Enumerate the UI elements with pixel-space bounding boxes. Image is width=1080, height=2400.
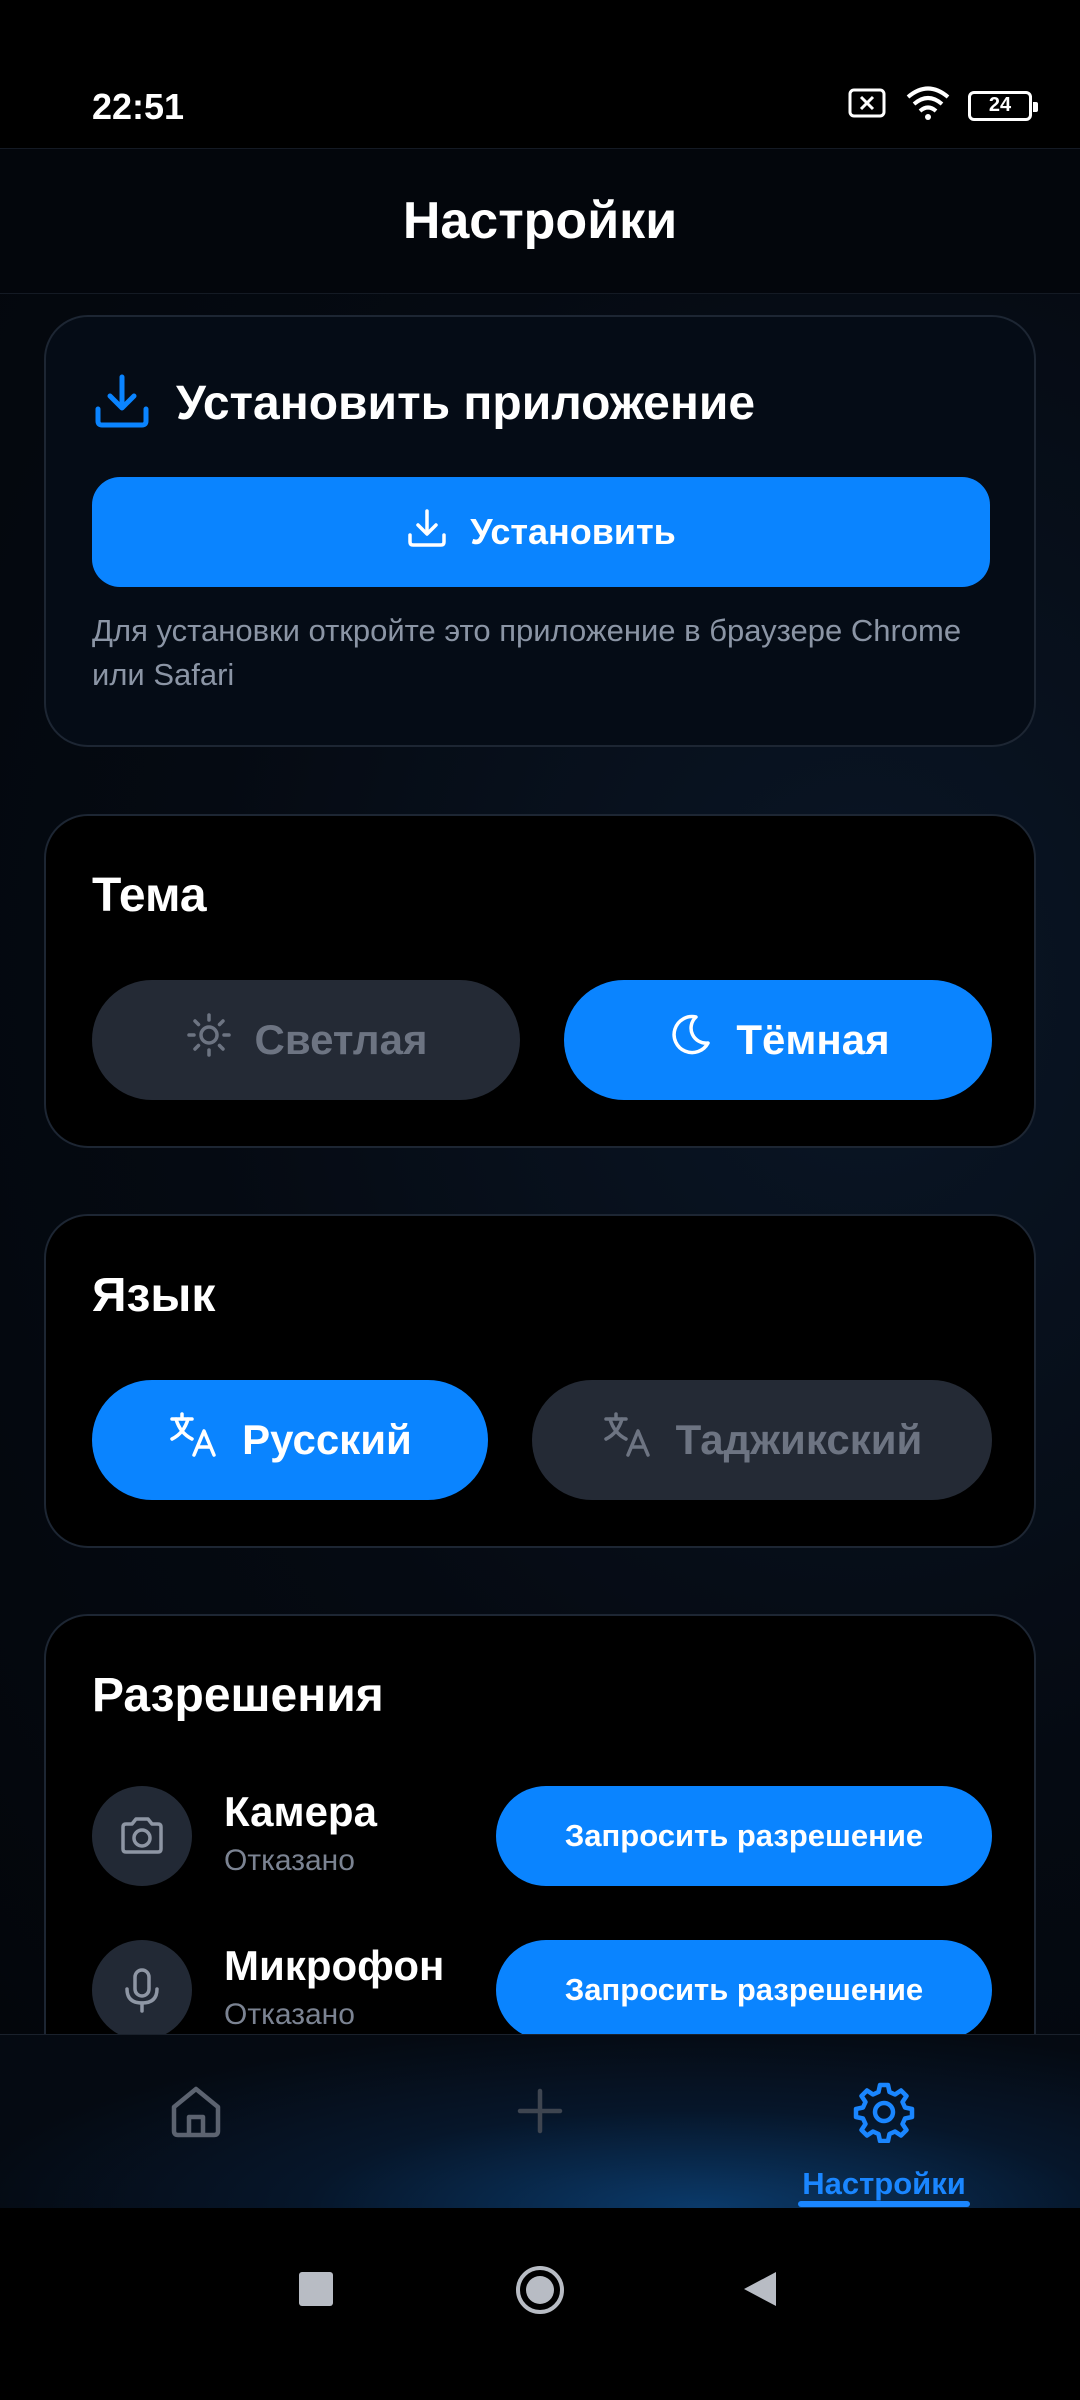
install-title: Установить приложение [176,377,756,430]
moon-icon [666,1011,714,1069]
language-card: Язык Русский Таджикский [44,1214,1036,1548]
request-camera-permission-button[interactable]: Запросить разрешение [496,1786,992,1886]
download-icon [92,371,152,436]
page-title: Настройки [402,192,678,250]
home-icon [166,2081,226,2146]
permissions-title: Разрешения [92,1669,384,1722]
install-button-label: Установить [470,511,676,552]
language-title: Язык [92,1269,216,1322]
theme-dark-button[interactable]: Тёмная [564,980,992,1100]
status-icons: 24 [848,86,1038,125]
theme-dark-label: Тёмная [736,1016,890,1063]
microphone-icon [92,1940,192,2034]
language-tajik-button[interactable]: Таджикский [532,1380,992,1500]
install-card: Установить приложение Установить Для уст… [44,315,1036,747]
nav-item-add[interactable] [490,2035,590,2209]
nav-settings-label: Настройки [802,2166,966,2201]
permission-status: Отказано [224,1844,355,1877]
recent-apps-button[interactable] [299,2272,333,2311]
battery-icon: 24 [968,90,1038,121]
permission-status: Отказано [224,1998,355,2031]
battery-level: 24 [988,94,1012,116]
nav-item-settings[interactable]: Настройки [794,2035,974,2209]
permission-row-camera: Камера Отказано Запросить разрешение [92,1786,992,1896]
language-tajik-label: Таджикский [675,1416,923,1463]
permissions-card: Разрешения Камера Отказано Запросить раз… [44,1614,1036,2034]
settings-content[interactable]: Установить приложение Установить Для уст… [0,294,1080,2034]
status-time: 22:51 [92,86,185,127]
nav-item-home[interactable] [146,2035,246,2209]
theme-light-label: Светлая [254,1016,428,1063]
app-header: Настройки [0,148,1080,294]
install-title-row: Установить приложение [92,371,755,436]
request-microphone-permission-button[interactable]: Запросить разрешение [496,1940,992,2034]
home-button[interactable] [514,2264,566,2321]
theme-card: Тема Светлая Тёмная [44,814,1036,1148]
bottom-nav: Настройки [0,2034,1080,2208]
permission-name: Микрофон [224,1942,445,1989]
install-note: Для установки откройте это приложение в … [92,613,962,692]
sim-off-icon [848,87,888,124]
language-russian-button[interactable]: Русский [92,1380,488,1500]
nav-active-indicator [798,2201,970,2207]
plus-icon [510,2081,570,2146]
permission-name: Камера [224,1788,377,1835]
install-button[interactable]: Установить [92,477,990,587]
download-icon [406,507,448,558]
back-button[interactable] [742,2270,780,2313]
theme-title: Тема [92,869,207,922]
status-bar: 22:51 24 [0,0,1080,148]
system-nav-bar [0,2208,1080,2400]
sun-icon [185,1011,233,1069]
permission-row-microphone: Микрофон Отказано Запросить разрешение [92,1940,992,2034]
wifi-icon [906,86,950,125]
language-russian-label: Русский [242,1416,412,1463]
translate-icon [602,1409,654,1471]
gear-icon [853,2081,915,2148]
translate-icon [168,1409,220,1471]
camera-icon [92,1786,192,1886]
theme-light-button[interactable]: Светлая [92,980,520,1100]
